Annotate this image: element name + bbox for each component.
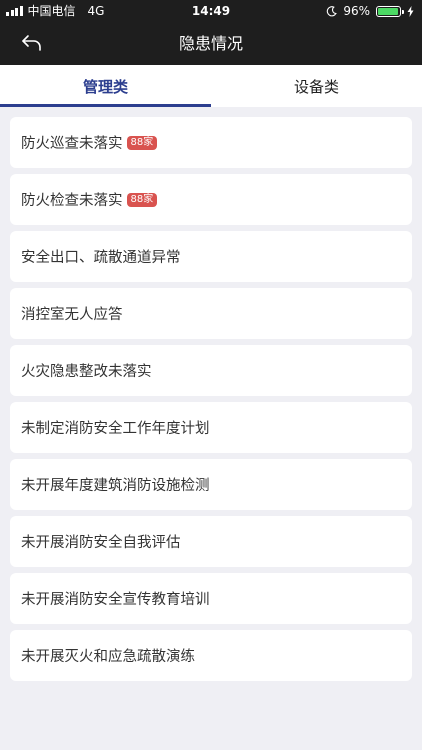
count-badge: 88家 xyxy=(126,135,158,150)
back-arrow-icon xyxy=(22,35,41,51)
list-item-label: 防火巡查未落实 xyxy=(21,136,123,152)
list-item-label: 安全出口、疏散通道异常 xyxy=(21,250,181,266)
list-item-label: 未开展消防安全自我评估 xyxy=(21,535,181,551)
tab-label: 设备类 xyxy=(293,77,339,96)
tab-label: 管理类 xyxy=(82,77,128,96)
moon-icon xyxy=(327,5,338,16)
status-bar: 中国电信 4G 14:49 96% xyxy=(0,0,422,22)
list-item[interactable]: 未开展年度建筑消防设施检测 xyxy=(10,459,412,510)
list-item[interactable]: 防火巡查未落实 88家 xyxy=(10,117,412,168)
battery-percent: 96% xyxy=(343,4,370,18)
charging-bolt-icon xyxy=(407,5,414,17)
back-button[interactable] xyxy=(18,30,46,56)
list-item-label: 未开展灭火和应急疏散演练 xyxy=(21,649,195,665)
list-item-label: 未制定消防安全工作年度计划 xyxy=(21,421,210,437)
header: 中国电信 4G 14:49 96% 隐患情况 xyxy=(0,0,422,65)
count-badge: 88家 xyxy=(126,192,158,207)
list-item[interactable]: 未开展消防安全自我评估 xyxy=(10,516,412,567)
list-item[interactable]: 未制定消防安全工作年度计划 xyxy=(10,402,412,453)
tab-equipment[interactable]: 设备类 xyxy=(211,65,422,107)
battery-icon xyxy=(376,5,404,17)
list-item-label: 防火检查未落实 xyxy=(21,193,123,209)
list-item-label: 火灾隐患整改未落实 xyxy=(21,364,152,380)
list-item[interactable]: 消控室无人应答 xyxy=(10,288,412,339)
list-item-label: 未开展消防安全宣传教育培训 xyxy=(21,592,210,608)
nav-bar: 隐患情况 xyxy=(0,22,422,65)
hazard-list: 防火巡查未落实 88家 防火检查未落实 88家 安全出口、疏散通道异常 消控室无… xyxy=(10,117,412,687)
list-item[interactable]: 安全出口、疏散通道异常 xyxy=(10,231,412,282)
list-item[interactable]: 火灾隐患整改未落实 xyxy=(10,345,412,396)
battery-fill xyxy=(378,7,399,15)
tab-bar: 管理类 设备类 xyxy=(0,65,422,107)
page-title: 隐患情况 xyxy=(178,34,243,53)
list-item[interactable]: 未开展消防安全宣传教育培训 xyxy=(10,573,412,624)
list-item-label: 未开展年度建筑消防设施检测 xyxy=(21,478,210,494)
tab-management[interactable]: 管理类 xyxy=(0,65,211,107)
list-item[interactable]: 防火检查未落实 88家 xyxy=(10,174,412,225)
list-item[interactable]: 未开展灭火和应急疏散演练 xyxy=(10,630,412,681)
list-item-label: 消控室无人应答 xyxy=(21,307,123,323)
status-right: 96% xyxy=(326,0,414,22)
